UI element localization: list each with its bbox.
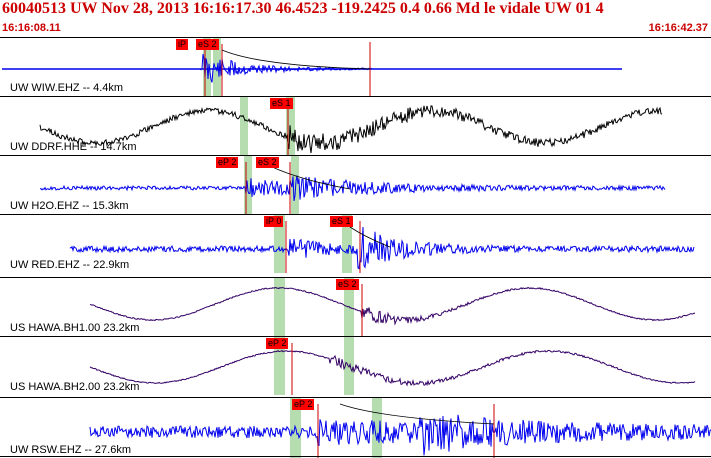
trace-label: UW RED.EHZ -- 22.9km: [10, 259, 130, 271]
header: 60040513 UW Nov 28, 2013 16:16:17.30 46.…: [0, 0, 711, 36]
end-time: 16:16:42.37: [648, 22, 708, 34]
trace-label: UW RSW.EHZ -- 27.6km: [10, 444, 132, 456]
seismogram-wave: [39, 175, 666, 201]
event-title: 60040513 UW Nov 28, 2013 16:16:17.30 46.…: [2, 0, 604, 17]
pick-flag[interactable]: eS 2: [196, 39, 219, 50]
trace-label: UW WIW.EHZ -- 4.4km: [10, 82, 124, 94]
pick-flag[interactable]: eS 2: [256, 157, 279, 168]
trace-panel-ddrf[interactable]: eS 1 UW DDRF.HHE -- 14.7km: [0, 96, 711, 155]
bottom-border: [0, 456, 711, 457]
window-band: [240, 97, 248, 155]
pick-flag[interactable]: eS 1: [270, 98, 293, 109]
trace-panel-rsw[interactable]: eP 2 UW RSW.EHZ -- 27.6km: [0, 397, 711, 458]
pick-flag[interactable]: iP 0: [264, 216, 284, 227]
trace-label: UW H2O.EHZ -- 15.3km: [10, 200, 129, 212]
seismogram-wave: [89, 414, 711, 456]
seismogram-wave: [69, 226, 695, 270]
trace-label: US HAWA.BH2.00 23.2km: [10, 381, 140, 393]
coda-curve: [339, 403, 495, 425]
pick-flag[interactable]: eP 2: [216, 157, 239, 168]
pick-flag[interactable]: eP 2: [292, 399, 315, 410]
start-time: 16:16:08.11: [2, 22, 61, 34]
pick-flag[interactable]: eP 2: [266, 338, 289, 349]
trace-panel-hawa-bh1[interactable]: eS 2 US HAWA.BH1.00 23.2km: [0, 277, 711, 336]
window-band: [274, 278, 285, 336]
seismogram-wave: [89, 286, 696, 326]
trace-panel-h2o[interactable]: eP 2 eS 2 UW H2O.EHZ -- 15.3km: [0, 155, 711, 214]
trace-label: UW DDRF.HHE -- 14.7km: [10, 141, 137, 153]
trace-label: US HAWA.BH1.00 23.2km: [10, 322, 140, 334]
pick-flag[interactable]: iP: [176, 39, 189, 50]
pick-flag[interactable]: eS 1: [330, 216, 353, 227]
trace-panel-red[interactable]: iP 0 eS 1 UW RED.EHZ -- 22.9km: [0, 214, 711, 273]
coda-curve: [221, 49, 371, 70]
pick-flag[interactable]: eS 2: [336, 279, 359, 290]
trace-panel-wiw[interactable]: iP eS 2 UW WIW.EHZ -- 4.4km: [0, 37, 711, 96]
seismogram-wave: [89, 349, 696, 387]
trace-panel-hawa-bh2[interactable]: eP 2 US HAWA.BH2.00 23.2km: [0, 336, 711, 395]
